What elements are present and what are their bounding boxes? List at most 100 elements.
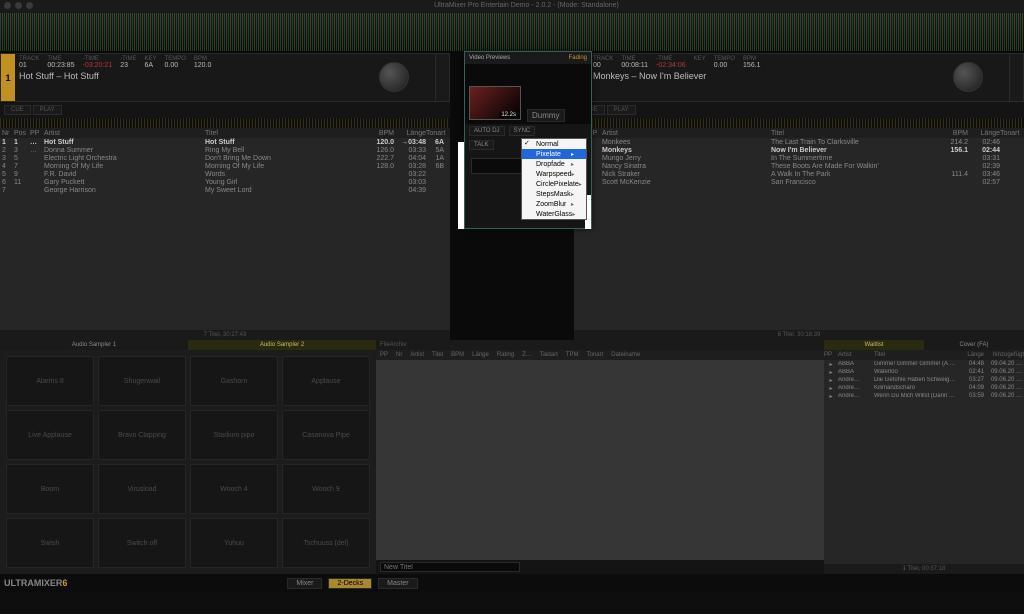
table-row[interactable]: 2MonkeysNow I'm Believer156.102:44 — [574, 146, 1024, 154]
sampler-pad[interactable]: Boom — [6, 464, 94, 514]
menu-item-stepsmask[interactable]: StepsMask▸ — [522, 189, 586, 199]
deck-2: 2 TRACK00 TIME00:08:11 -TIME-02:34:06 KE… — [574, 53, 1024, 102]
window-title: UltraMixer Pro Entertain Demo - 2.0.2 - … — [33, 2, 1020, 9]
waitlist-row[interactable]: ▸Andre…Wenn Du Mich Willst (Dann K…03:59… — [824, 392, 1024, 400]
sampler-pad[interactable]: Alarms 8 — [6, 356, 94, 406]
table-row[interactable]: 6Scott McKenzieSan Francisco02:57 — [574, 178, 1024, 186]
sampler-pad[interactable]: Stadium pipo — [190, 410, 278, 460]
master-button[interactable]: Master — [378, 578, 417, 589]
app-footer: ULTRAMIXER6 Mixer 2-Decks Master — [0, 574, 1024, 592]
library-pane: FileArchiv PPNrArtistTitelBPMLängeRating… — [376, 340, 824, 574]
dummy-button[interactable]: Dummy — [527, 109, 565, 122]
deck-2-pitch-fader[interactable] — [1009, 54, 1023, 101]
fading-dropdown[interactable]: Fading — [569, 55, 587, 61]
menu-item-pixelate[interactable]: Pixelate▸ — [522, 149, 586, 159]
library-column-header[interactable]: Rating — [493, 352, 518, 358]
sampler-pad[interactable]: Live Applause — [6, 410, 94, 460]
deck-2-jogwheel[interactable] — [953, 62, 983, 92]
sampler-pad[interactable]: Virusload — [98, 464, 186, 514]
deck-2-play-button[interactable]: PLAY — [607, 105, 636, 115]
sampler-pad[interactable]: Swish — [6, 518, 94, 568]
deck-2-transport: CUE PLAY — [574, 102, 1024, 118]
sampler-pad[interactable]: Yuhuu — [190, 518, 278, 568]
library-column-header[interactable]: Nr — [392, 352, 406, 358]
auto-dj-button[interactable]: AUTO DJ — [469, 126, 505, 136]
table-row[interactable]: 47Morning Of My LifeMorning Of My Life12… — [0, 162, 450, 170]
library-column-header[interactable]: Dateiname — [607, 352, 644, 358]
sync-button[interactable]: SYNC — [509, 126, 536, 136]
menu-item-normal[interactable]: Normal — [522, 139, 586, 149]
library-column-header[interactable]: TPM — [562, 352, 583, 358]
table-row[interactable]: 5Nick StrakerA Walk In The Park111.403:4… — [574, 170, 1024, 178]
library-column-header[interactable]: PP — [376, 352, 392, 358]
sampler-pad[interactable]: Shugenwail — [98, 356, 186, 406]
deck-1-pitch-fader[interactable] — [435, 54, 449, 101]
deck-1-mini-waveform[interactable] — [0, 118, 450, 128]
sampler-pad[interactable]: Bravo Clapping — [98, 410, 186, 460]
library-column-header[interactable]: Artist — [406, 352, 428, 358]
table-row[interactable]: 1MonkeesThe Last Train To Clarksville214… — [574, 138, 1024, 146]
sampler-pad[interactable]: Wooch 9 — [282, 464, 370, 514]
sampler-pane: Audio Sampler 1 Audio Sampler 2 Alarms 8… — [0, 340, 376, 574]
waitlist-footer: 1 Titel, 00:37:18 — [824, 564, 1024, 574]
sampler-pad[interactable]: Applause — [282, 356, 370, 406]
deck-1: 1 TRACK01 TIME00:23:85 -TIME-03:20:21 -T… — [0, 53, 450, 102]
sampler-pad[interactable]: Gashorn — [190, 356, 278, 406]
sampler-pad[interactable]: Tschuuss (del) — [282, 518, 370, 568]
menu-item-warpspeed[interactable]: Warpspeed▸ — [522, 169, 586, 179]
library-body[interactable] — [376, 360, 824, 560]
menu-item-zoomblur[interactable]: ZoomBlur▸ — [522, 199, 586, 209]
video-preview-thumbnail[interactable] — [469, 86, 521, 120]
menu-item-circlepixelate[interactable]: CirclePixelate▸ — [522, 179, 586, 189]
table-row[interactable]: 59F.R. DavidWords03:22 — [0, 170, 450, 178]
maximize-icon[interactable] — [26, 2, 33, 9]
waitlist-row[interactable]: ▸ABBAGimme! Gimme! Gimme! (A …04:4809.04… — [824, 360, 1024, 368]
2decks-button[interactable]: 2-Decks — [328, 578, 372, 589]
tab-audio-sampler-2[interactable]: Audio Sampler 2 — [188, 340, 376, 350]
fading-effect-menu: NormalPixelate▸Dropfade▸Warpspeed▸Circle… — [521, 138, 587, 220]
sampler-pad[interactable]: Wooch 4 — [190, 464, 278, 514]
table-row[interactable]: 3Mungo JerryIn The Summertime03:31 — [574, 154, 1024, 162]
library-column-header[interactable]: Tonart — [583, 352, 608, 358]
deck-1-play-button[interactable]: PLAY — [33, 105, 62, 115]
tab-cover[interactable]: Cover (FA) — [924, 340, 1024, 350]
close-icon[interactable] — [4, 2, 11, 9]
deck-2-mini-waveform[interactable] — [574, 118, 1024, 128]
logo: ULTRAMIXER6 — [4, 578, 67, 588]
table-row[interactable]: 7George HarrisonMy Sweet Lord04:39 — [0, 186, 450, 194]
library-column-header[interactable]: Titel — [428, 352, 447, 358]
table-row[interactable]: 611Gary PuckettYoung Girl03:03 — [0, 178, 450, 186]
sampler-pad[interactable]: Switch off — [98, 518, 186, 568]
main-waveform[interactable] — [0, 11, 1024, 53]
library-column-header[interactable]: Z… — [518, 352, 536, 358]
minimize-icon[interactable] — [15, 2, 22, 9]
table-row[interactable]: 35Electric Light OrchestraDon't Bring Me… — [0, 154, 450, 162]
deck-1-jogwheel[interactable] — [379, 62, 409, 92]
library-column-header[interactable]: Taktart — [536, 352, 562, 358]
tab-filearchiv[interactable]: FileArchiv — [380, 342, 406, 348]
waitlist-row[interactable]: ▸Andre…Die Gefühle Haben Schweige…03:270… — [824, 376, 1024, 384]
table-row[interactable]: 23…Donna SummerRing My Bell126.003:335A — [0, 146, 450, 154]
mixer-button[interactable]: Mixer — [287, 578, 322, 589]
deck-2-title: Monkeys – Now I'm Believer — [593, 71, 1005, 81]
new-title-input[interactable] — [380, 562, 520, 572]
waitlist-row[interactable]: ▸ABBAWaterloo02:4109.06.20 … — [824, 368, 1024, 376]
playlist-1: Nr Pos PP Artist Titel BPM Länge Tonart … — [0, 128, 450, 340]
waitlist-pane: Waitlist Cover (FA) PP Artist Titel Läng… — [824, 340, 1024, 574]
waitlist-row[interactable]: ▸Andre…Kilimandscharo04:0909.06.20 … — [824, 384, 1024, 392]
table-row[interactable]: 11…Hot StuffHot Stuff120.0→03:486A — [0, 138, 450, 146]
tab-audio-sampler-1[interactable]: Audio Sampler 1 — [0, 340, 188, 350]
table-row[interactable]: 4Nancy SinatraThese Boots Are Made For W… — [574, 162, 1024, 170]
sampler-pad[interactable]: Casanova Pipe — [282, 410, 370, 460]
title-bar: UltraMixer Pro Entertain Demo - 2.0.2 - … — [0, 0, 1024, 11]
playlist-2-footer: 6 Titel, 30:18:39 — [574, 330, 1024, 340]
deck-1-cue-button[interactable]: CUE — [4, 105, 31, 115]
menu-item-waterglass[interactable]: WaterGlass▸ — [522, 209, 586, 219]
menu-item-dropfade[interactable]: Dropfade▸ — [522, 159, 586, 169]
library-column-header[interactable]: Länge — [468, 352, 493, 358]
tab-waitlist[interactable]: Waitlist — [824, 340, 924, 350]
playlist-2: Nr PP Artist Titel BPM Länge Tonart 1Mon… — [574, 128, 1024, 340]
video-previews-label[interactable]: Video Previews — [469, 55, 510, 61]
library-column-header[interactable]: BPM — [447, 352, 468, 358]
talk-button[interactable]: TALK — [469, 140, 494, 150]
